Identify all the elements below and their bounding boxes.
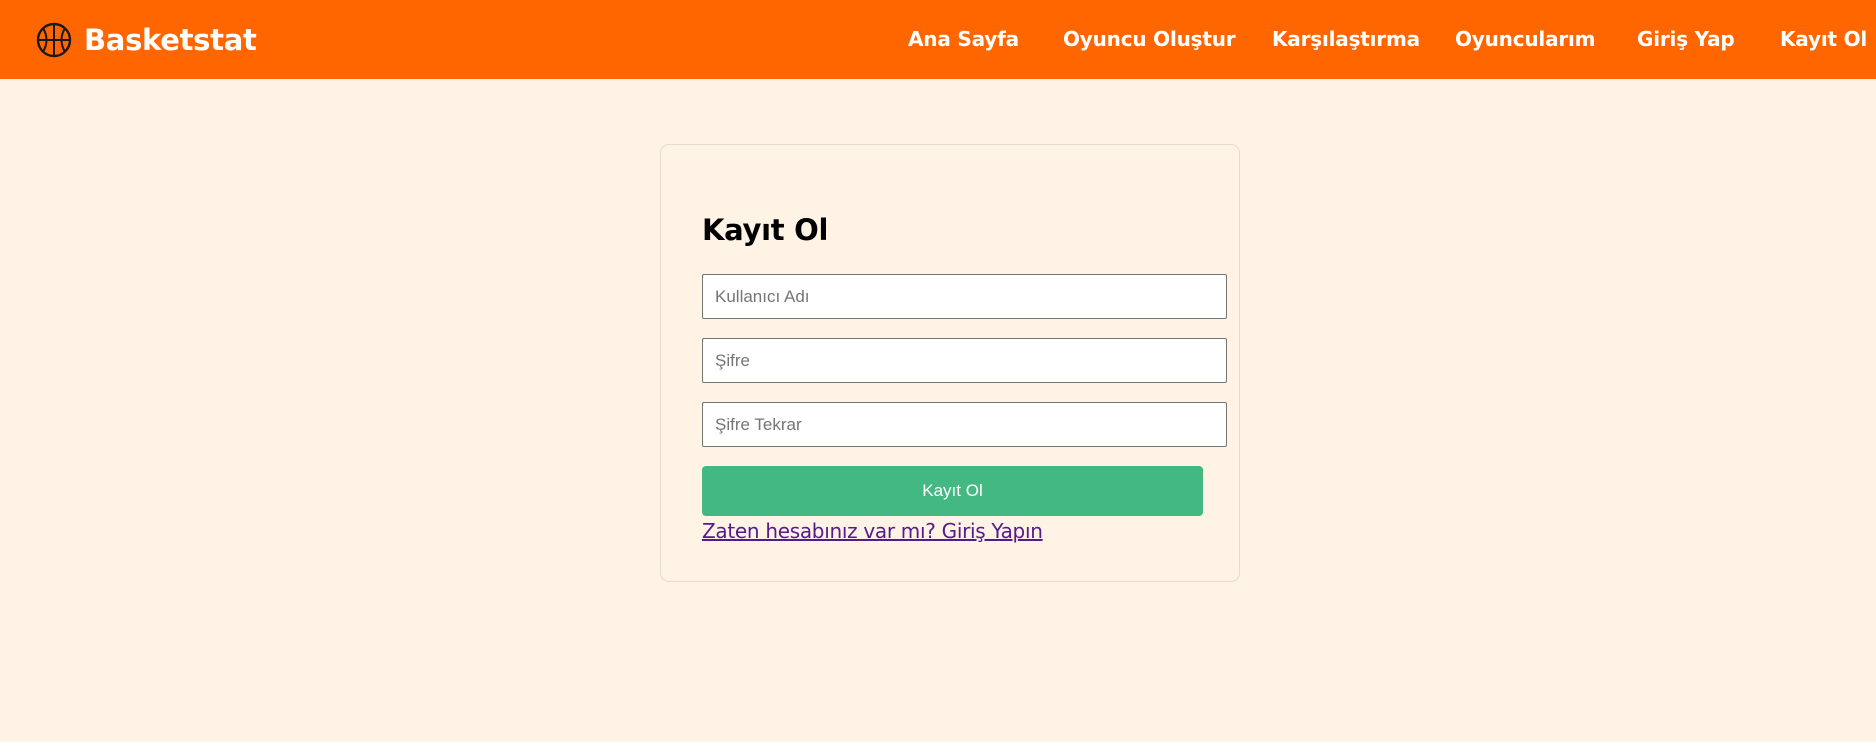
password-input[interactable]	[702, 338, 1227, 383]
register-title: Kayıt Ol	[702, 213, 829, 247]
register-button[interactable]: Kayıt Ol	[702, 466, 1203, 516]
basketball-icon	[36, 22, 72, 58]
top-navbar: Basketstat Ana Sayfa Oyuncu Oluştur Karş…	[0, 0, 1876, 79]
username-input[interactable]	[702, 274, 1227, 319]
nav-register[interactable]: Kayıt Ol	[1780, 27, 1867, 51]
brand-logo[interactable]: Basketstat	[36, 22, 257, 58]
nav-home[interactable]: Ana Sayfa	[908, 27, 1019, 51]
register-card: Kayıt Ol Kayıt Ol Zaten hesabınız var mı…	[660, 144, 1240, 582]
login-link[interactable]: Zaten hesabınız var mı? Giriş Yapın	[702, 519, 1043, 543]
nav-my-players[interactable]: Oyuncularım	[1455, 27, 1596, 51]
password-confirm-input[interactable]	[702, 402, 1227, 447]
nav-compare[interactable]: Karşılaştırma	[1272, 27, 1420, 51]
brand-name: Basketstat	[84, 23, 257, 57]
nav-login[interactable]: Giriş Yap	[1637, 27, 1735, 51]
nav-create-player[interactable]: Oyuncu Oluştur	[1063, 27, 1236, 51]
